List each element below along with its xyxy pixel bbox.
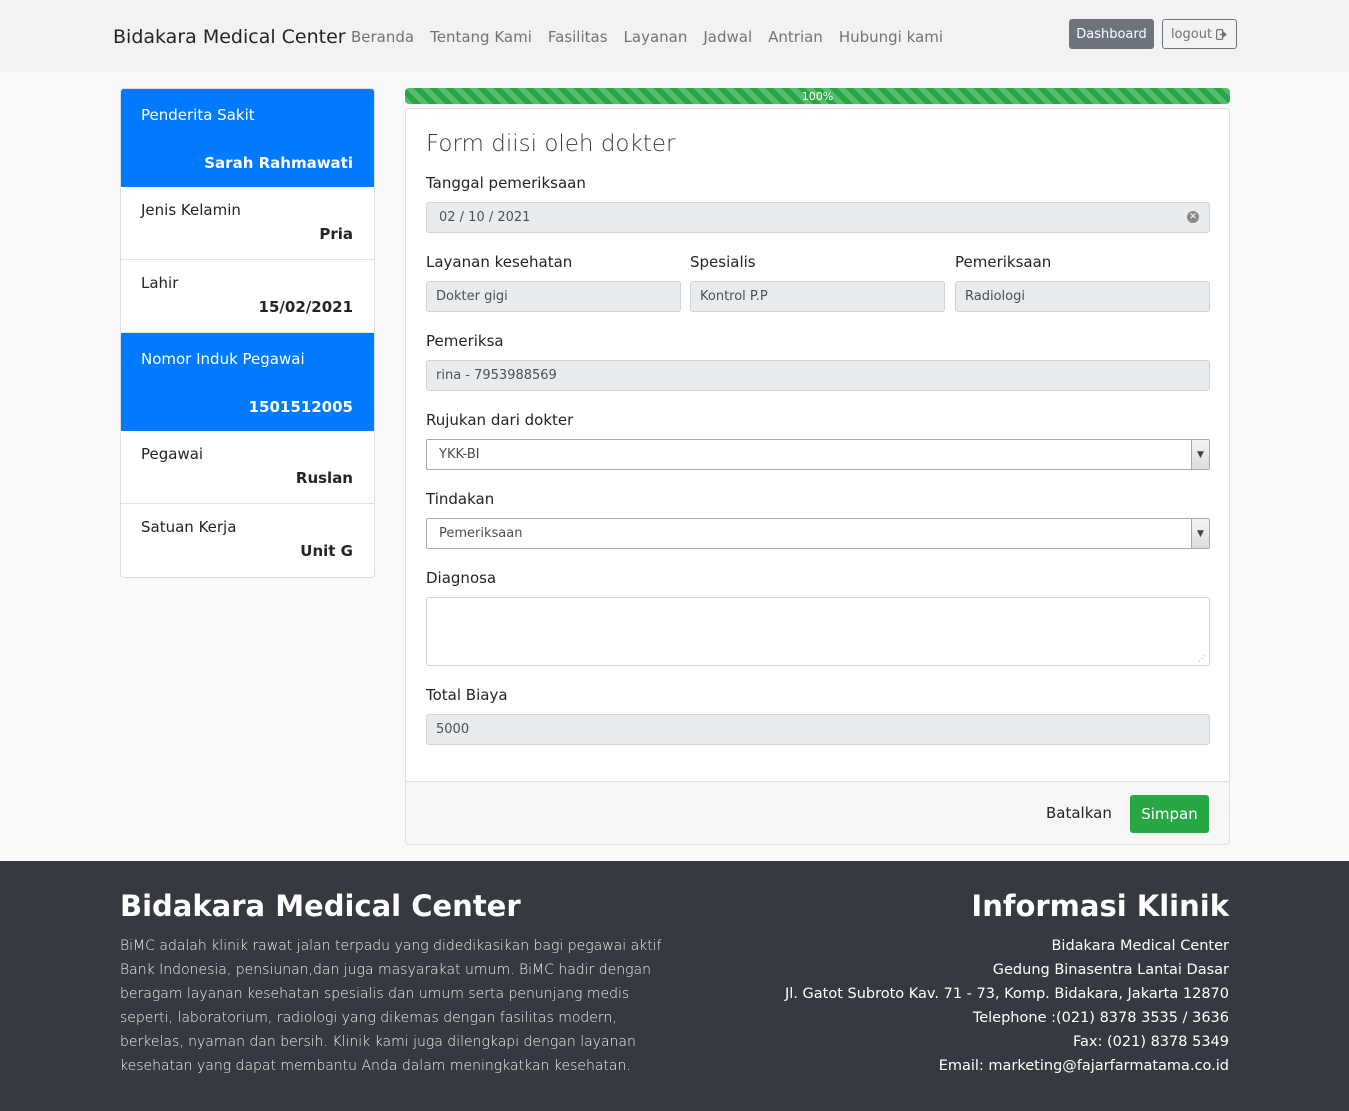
referral-value: YKK-BI — [439, 447, 480, 462]
referral-label: Rujukan dari dokter — [426, 411, 574, 429]
clear-date-icon[interactable]: ✕ — [1187, 211, 1199, 223]
sidebar-item-birth: Lahir 15/02/2021 — [121, 260, 374, 333]
sign-out-icon — [1216, 28, 1227, 40]
logout-button-label: logout — [1170, 26, 1213, 42]
clinic-phone: Telephone :(021) 8378 3535 / 3636 — [972, 1010, 1229, 1026]
logout-button[interactable]: logout — [1162, 19, 1237, 49]
action-label: Tindakan — [426, 490, 495, 508]
form-footer: Batalkan Simpan — [406, 781, 1229, 844]
birth-value: 15/02/2021 — [258, 298, 353, 316]
doctor-form-card: Form diisi oleh dokter Tanggal pemeriksa… — [405, 108, 1230, 845]
exam-date-label: Tanggal pemeriksaan — [426, 174, 586, 192]
sidebar-item-patient: Penderita Sakit Sarah Rahmawati — [121, 89, 374, 187]
nav-link-hubungi-kami[interactable]: Hubungi kami — [839, 28, 943, 46]
clinic-email[interactable]: Email: marketing@fajarfarmatama.co.id — [785, 1054, 1229, 1078]
form-title: Form diisi oleh dokter — [426, 131, 676, 157]
dashboard-button-label: Dashboard — [1076, 26, 1147, 42]
referral-select[interactable]: YKK-BI ▼ — [426, 439, 1210, 470]
cost-label: Total Biaya — [426, 686, 508, 704]
nip-value: 1501512005 — [248, 398, 353, 416]
chevron-down-icon[interactable]: ▼ — [1191, 519, 1209, 548]
sidebar-item-gender: Jenis Kelamin Pria — [121, 187, 374, 260]
examination-label: Pemeriksaan — [955, 253, 1052, 271]
chevron-down-icon[interactable]: ▼ — [1191, 440, 1209, 469]
save-button[interactable]: Simpan — [1130, 795, 1209, 833]
clinic-address: Jl. Gatot Subroto Kav. 71 - 73, Komp. Bi… — [785, 986, 1229, 1002]
patient-info-sidebar: Penderita Sakit Sarah Rahmawati Jenis Ke… — [120, 88, 375, 578]
gender-label: Jenis Kelamin — [141, 201, 241, 219]
unit-value: Unit G — [300, 542, 353, 560]
nav-link-layanan[interactable]: Layanan — [624, 28, 688, 46]
cancel-button[interactable]: Batalkan — [1046, 804, 1112, 822]
examination-input[interactable]: Radiologi — [955, 281, 1210, 312]
save-button-label: Simpan — [1141, 805, 1198, 823]
progress-label: 100% — [801, 89, 834, 103]
patient-label: Penderita Sakit — [141, 106, 255, 124]
footer-brand-title: Bidakara Medical Center — [120, 889, 521, 923]
nav-link-tentang-kami[interactable]: Tentang Kami — [430, 28, 532, 46]
clinic-info: Bidakara Medical Center Gedung Binasentr… — [785, 934, 1229, 1078]
employee-value: Ruslan — [295, 469, 353, 487]
action-value: Pemeriksaan — [439, 526, 523, 541]
form-progress: 100% — [405, 88, 1230, 104]
specialist-value: Kontrol P.P — [700, 289, 768, 304]
nav-links: Beranda Tentang Kami Fasilitas Layanan J… — [351, 28, 943, 46]
navbar: Bidakara Medical Center Beranda Tentang … — [0, 0, 1349, 72]
employee-label: Pegawai — [141, 445, 204, 463]
cost-value: 5000 — [436, 722, 470, 737]
clinic-info-title: Informasi Klinik — [971, 889, 1229, 923]
examiner-input[interactable]: rina - 7953988569 — [426, 360, 1210, 391]
clinic-name: Bidakara Medical Center — [1051, 938, 1229, 954]
birth-label: Lahir — [141, 274, 179, 292]
brand-link[interactable]: Bidakara Medical Center — [113, 26, 346, 48]
nav-link-antrian[interactable]: Antrian — [768, 28, 823, 46]
cost-input[interactable]: 5000 — [426, 714, 1210, 745]
sidebar-item-nip: Nomor Induk Pegawai 1501512005 — [121, 333, 374, 431]
patient-value: Sarah Rahmawati — [204, 154, 353, 172]
sidebar-item-unit: Satuan Kerja Unit G — [121, 504, 374, 577]
nav-link-beranda[interactable]: Beranda — [351, 28, 414, 46]
dashboard-button[interactable]: Dashboard — [1069, 19, 1154, 49]
diagnosis-textarea[interactable]: ⋰ — [426, 597, 1210, 666]
exam-date-input[interactable]: 02 / 10 / 2021 ✕ — [426, 202, 1210, 233]
sidebar-item-employee: Pegawai Ruslan — [121, 431, 374, 504]
specialist-label: Spesialis — [690, 253, 756, 271]
footer-description: BiMC adalah klinik rawat jalan terpadu y… — [120, 938, 662, 1074]
diagnosis-label: Diagnosa — [426, 569, 497, 587]
site-footer: Bidakara Medical Center BiMC adalah klin… — [0, 861, 1349, 1111]
gender-value: Pria — [319, 225, 353, 243]
progress-bar: 100% — [405, 88, 1230, 104]
exam-date-value: 02 / 10 / 2021 — [439, 210, 531, 225]
service-input[interactable]: Dokter gigi — [426, 281, 681, 312]
examiner-value: rina - 7953988569 — [436, 368, 557, 383]
examiner-label: Pemeriksa — [426, 332, 504, 350]
examination-value: Radiologi — [965, 289, 1025, 304]
unit-label: Satuan Kerja — [141, 518, 237, 536]
action-select[interactable]: Pemeriksaan ▼ — [426, 518, 1210, 549]
nav-link-fasilitas[interactable]: Fasilitas — [548, 28, 608, 46]
clinic-building: Gedung Binasentra Lantai Dasar — [992, 962, 1229, 978]
nav-link-jadwal[interactable]: Jadwal — [703, 28, 752, 46]
specialist-input[interactable]: Kontrol P.P — [690, 281, 945, 312]
clinic-fax: Fax: (021) 8378 5349 — [1073, 1034, 1229, 1050]
service-label: Layanan kesehatan — [426, 253, 573, 271]
resize-grip-icon[interactable]: ⋰ — [1198, 654, 1206, 663]
service-value: Dokter gigi — [436, 289, 508, 304]
nip-label: Nomor Induk Pegawai — [141, 350, 305, 368]
